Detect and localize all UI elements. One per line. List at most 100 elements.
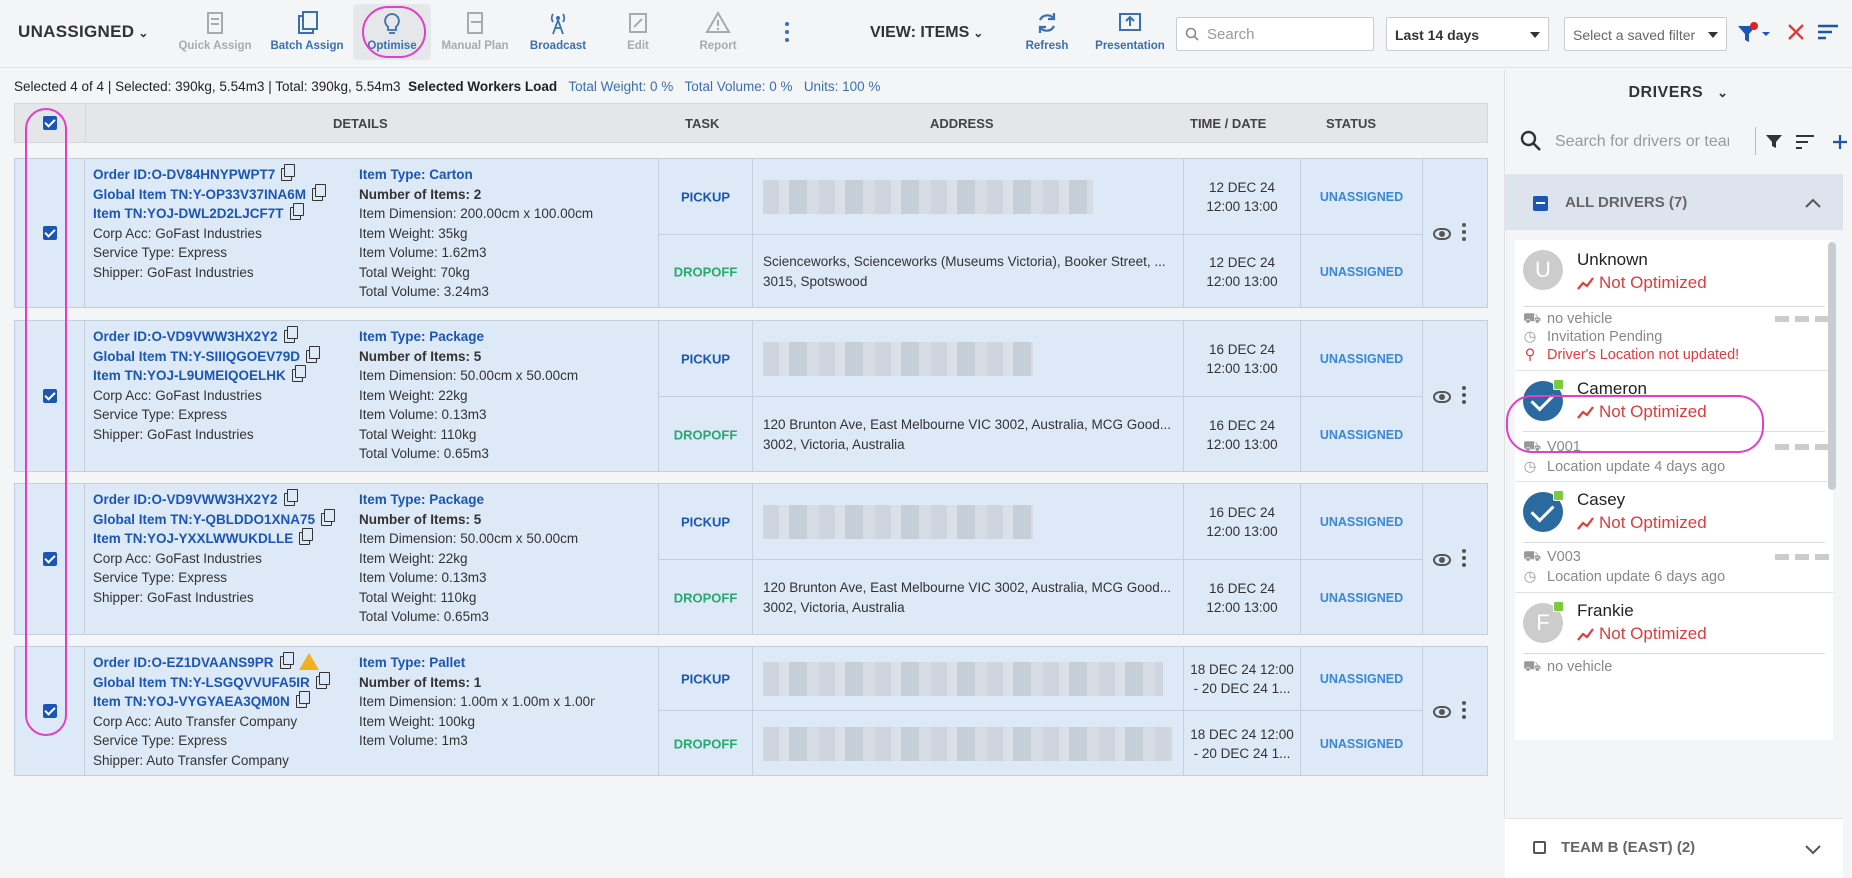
copy-icon[interactable] <box>283 489 298 506</box>
more-vertical-icon[interactable] <box>1461 549 1467 570</box>
broadcast-button[interactable]: Broadcast <box>521 10 595 58</box>
copy-icon[interactable] <box>279 652 294 669</box>
refresh-button[interactable]: Refresh <box>1018 10 1076 58</box>
order-id-link[interactable]: Order ID:O-VD9VWW3HX2Y2 <box>93 489 343 510</box>
table-row[interactable]: Order ID:O-DV84HNYPWPT7 Global Item TN:Y… <box>14 158 1488 308</box>
copy-icon[interactable] <box>315 671 330 689</box>
filter-icon[interactable] <box>1765 133 1783 151</box>
optimise-annotation-ring <box>362 6 426 58</box>
chevron-up-icon[interactable] <box>1805 198 1821 208</box>
saved-filter-select[interactable]: Select a saved filter <box>1564 17 1727 51</box>
more-vertical-icon[interactable] <box>1461 701 1467 722</box>
number-of-items: Number of Items: 2 <box>359 186 482 202</box>
checkbox-annotation-ring <box>25 108 67 736</box>
driver-list-scrollbar[interactable] <box>1828 242 1836 490</box>
item-dimension: Item Dimension: 1.00m x 1.00m x 1.00m <box>359 694 595 709</box>
copy-icon[interactable] <box>291 365 306 382</box>
sort-icon[interactable] <box>1795 133 1815 151</box>
driver-search-input[interactable]: Search for drivers or teams <box>1519 125 1852 159</box>
global-tn-link[interactable]: Global Item TN:Y-OP33V37INA6M <box>93 183 343 205</box>
item-tn-link[interactable]: Item TN:YOJ-L9UMEIQOELHK <box>93 365 343 386</box>
order-id-link[interactable]: Order ID:O-VD9VWW3HX2Y2 <box>93 326 343 347</box>
task-pickup: PICKUP <box>680 351 731 366</box>
eye-icon[interactable] <box>1433 228 1451 240</box>
shipper: Shipper: GoFast Industries <box>93 589 254 605</box>
trend-icon <box>1577 277 1594 290</box>
more-vertical-icon[interactable] <box>1461 223 1467 244</box>
service-type: Service Type: Express <box>93 733 228 748</box>
manual-plan-button[interactable]: Manual Plan <box>438 10 512 58</box>
status-badge: UNASSIGNED <box>1319 351 1404 366</box>
eye-icon[interactable] <box>1433 391 1451 403</box>
copy-icon[interactable] <box>312 183 327 201</box>
pickup-date: 18 DEC 24 12:00 <box>1190 661 1294 677</box>
dropoff-time: 12:00 13:00 <box>1206 436 1278 452</box>
order-id-link[interactable]: Order ID:O-EZ1DVAANS9PR <box>93 652 343 673</box>
eye-icon[interactable] <box>1433 706 1451 718</box>
status-badge: UNASSIGNED <box>1319 264 1404 279</box>
header-details: DETAILS <box>333 116 388 131</box>
item-type: Item Type: Carton <box>359 167 473 182</box>
presentation-button[interactable]: Presentation <box>1090 10 1170 58</box>
global-tn-link[interactable]: Global Item TN:Y-QBLDDO1XNA75 <box>93 508 343 530</box>
add-icon[interactable] <box>1831 133 1849 151</box>
global-tn-link[interactable]: Global Item TN:Y-LSGQVVUFA5IR <box>93 671 343 693</box>
edit-icon <box>629 13 647 33</box>
report-button[interactable]: Report <box>692 10 744 58</box>
order-id-link[interactable]: Order ID:O-DV84HNYPWPT7 <box>93 164 343 185</box>
global-tn-link[interactable]: Global Item TN:Y-SIIIQGOEV79D <box>93 345 343 367</box>
header-address: ADDRESS <box>930 116 994 131</box>
item-tn: Item TN:YOJ-VYGYAEA3QM0N <box>93 694 290 709</box>
search-icon <box>1185 27 1199 41</box>
all-drivers-checkbox[interactable] <box>1533 196 1548 211</box>
driver-list: U Unknown Not Optimized ⛟ no vehicle ◷ Inv… <box>1515 240 1833 740</box>
online-indicator <box>1553 379 1564 390</box>
quick-assign-button[interactable]: Quick Assign <box>176 10 254 58</box>
search-input[interactable]: Search <box>1176 17 1374 51</box>
item-type: Item Type: Package <box>359 492 485 507</box>
more-actions-icon[interactable] <box>782 22 792 46</box>
drivers-title-dropdown[interactable]: DRIVERS ⌄ <box>1505 84 1852 102</box>
clear-filter-button[interactable] <box>1786 22 1806 47</box>
all-drivers-label: ALL DRIVERS (7) <box>1565 194 1688 211</box>
copy-icon[interactable] <box>306 345 321 363</box>
all-drivers-group-header[interactable]: ALL DRIVERS (7) <box>1505 174 1843 230</box>
driver-item-frankie[interactable]: F Frankie Not Optimized ⛟ no vehicle <box>1515 593 1833 703</box>
more-vertical-icon[interactable] <box>1461 386 1467 407</box>
item-tn-link[interactable]: Item TN:YOJ-DWL2D2LJCF7T <box>93 203 343 224</box>
broadcast-icon <box>550 13 566 35</box>
capacity-bars <box>1775 554 1829 560</box>
online-indicator <box>1553 601 1564 612</box>
eye-icon[interactable] <box>1433 554 1451 566</box>
table-row[interactable]: Order ID:O-VD9VWW3HX2Y2 Global Item TN:Y… <box>14 320 1488 472</box>
driver-vehicle: ⛟ no vehicle <box>1523 659 1612 677</box>
sort-button[interactable] <box>1816 22 1840 47</box>
team-b-group-header[interactable]: TEAM B (EAST) (2) <box>1505 818 1843 878</box>
driver-item-unknown[interactable]: U Unknown Not Optimized ⛟ no vehicle ◷ Inv… <box>1515 240 1833 363</box>
driver-item-casey[interactable]: Casey Not Optimized ⛟ V003 ◷ Location upda… <box>1515 482 1833 592</box>
redacted-address <box>763 504 1033 539</box>
copy-icon[interactable] <box>321 508 336 526</box>
task-pickup: PICKUP <box>680 189 731 204</box>
corp-account: Corp Acc: GoFast Industries <box>93 387 262 403</box>
edit-button[interactable]: Edit <box>612 10 664 58</box>
filter-options-button[interactable] <box>1736 22 1772 51</box>
copy-icon[interactable] <box>283 326 298 343</box>
date-range-value: Last 14 days <box>1395 27 1480 43</box>
table-row[interactable]: Order ID:O-EZ1DVAANS9PR Global Item TN:Y… <box>14 646 1488 776</box>
table-row[interactable]: Order ID:O-VD9VWW3HX2Y2 Global Item TN:Y… <box>14 483 1488 635</box>
item-tn-link[interactable]: Item TN:YOJ-VYGYAEA3QM0N <box>93 691 343 712</box>
batch-assign-button[interactable]: Batch Assign <box>267 10 347 58</box>
view-dropdown[interactable]: VIEW: ITEMS ⌄ <box>870 24 983 42</box>
copy-icon[interactable] <box>295 691 310 708</box>
item-tn-link[interactable]: Item TN:YOJ-YXXLWWUKDLLE <box>93 528 343 549</box>
chevron-down-icon[interactable] <box>1805 845 1821 855</box>
copy-icon[interactable] <box>289 203 304 220</box>
dropoff-address-line1: 120 Brunton Ave, East Melbourne VIC 3002… <box>763 416 1171 432</box>
assign-status-dropdown[interactable]: UNASSIGNED ⌄ <box>18 22 149 42</box>
global-tn: Global Item TN:Y-SIIIQGOEV79D <box>93 348 301 364</box>
team-b-checkbox[interactable] <box>1533 841 1546 854</box>
date-range-select[interactable]: Last 14 days <box>1386 17 1549 51</box>
copy-icon[interactable] <box>281 164 296 181</box>
copy-icon[interactable] <box>299 528 314 545</box>
